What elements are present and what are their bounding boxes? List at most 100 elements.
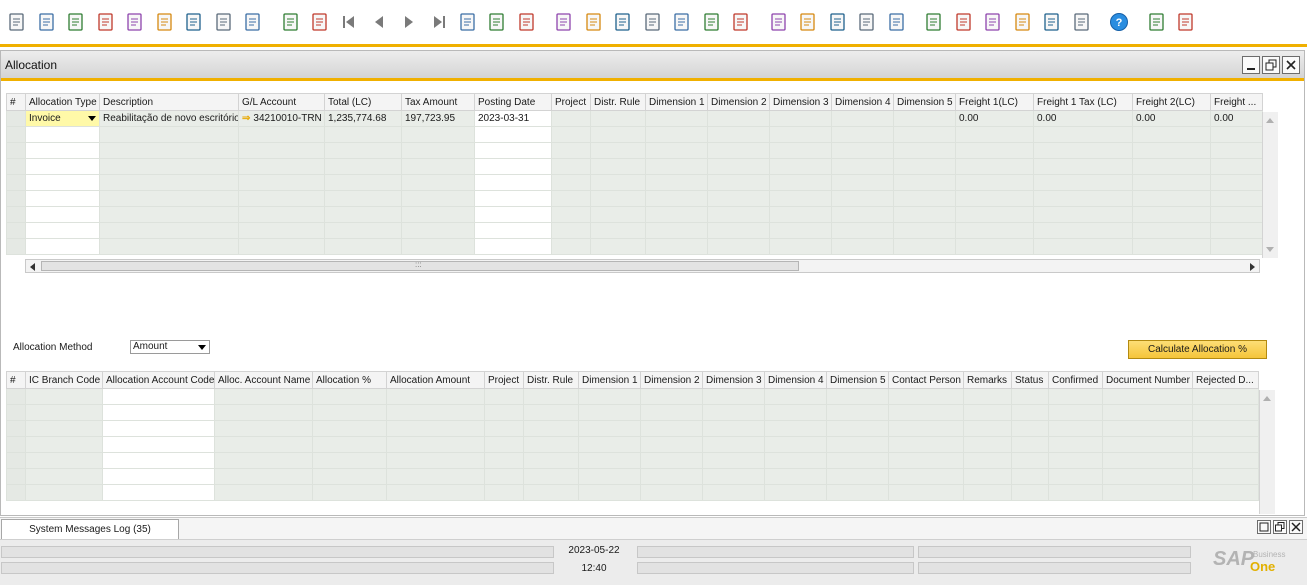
table-cell[interactable] bbox=[484, 388, 524, 405]
table-cell[interactable] bbox=[484, 420, 524, 437]
table-cell[interactable]: 0.00 bbox=[1210, 110, 1263, 127]
table-cell[interactable] bbox=[25, 174, 100, 191]
table-cell[interactable] bbox=[764, 420, 827, 437]
table-cell[interactable]: Invoice bbox=[25, 110, 100, 127]
settings-button[interactable] bbox=[730, 11, 752, 33]
table-cell[interactable] bbox=[1210, 238, 1263, 255]
layout-button[interactable] bbox=[612, 11, 634, 33]
table-cell[interactable] bbox=[955, 238, 1034, 255]
table-cell[interactable] bbox=[1210, 142, 1263, 159]
table-cell[interactable] bbox=[826, 484, 889, 501]
bottom-grid-header[interactable]: Status bbox=[1011, 371, 1049, 389]
table-cell[interactable] bbox=[99, 158, 239, 175]
table-cell[interactable] bbox=[1102, 420, 1193, 437]
table-cell[interactable] bbox=[645, 238, 708, 255]
table-cell[interactable] bbox=[1102, 404, 1193, 421]
table-cell[interactable] bbox=[238, 158, 325, 175]
table-cell[interactable] bbox=[702, 388, 765, 405]
table-cell[interactable] bbox=[102, 420, 215, 437]
table-cell[interactable] bbox=[214, 420, 313, 437]
table-cell[interactable] bbox=[1033, 190, 1133, 207]
table-cell[interactable] bbox=[1102, 484, 1193, 501]
table-cell[interactable] bbox=[6, 174, 26, 191]
table-cell[interactable] bbox=[764, 452, 827, 469]
lock-icon-button[interactable] bbox=[242, 11, 264, 33]
table-cell[interactable] bbox=[955, 174, 1034, 191]
table-cell[interactable] bbox=[474, 222, 552, 239]
table-cell[interactable] bbox=[6, 190, 26, 207]
table-cell[interactable] bbox=[551, 174, 591, 191]
table-cell[interactable] bbox=[888, 420, 964, 437]
table-cell[interactable] bbox=[1102, 388, 1193, 405]
table-cell[interactable] bbox=[764, 484, 827, 501]
top-grid-header[interactable]: Dimension 5 bbox=[893, 93, 956, 111]
table-cell[interactable] bbox=[401, 222, 475, 239]
table-cell[interactable] bbox=[640, 436, 703, 453]
table-cell[interactable] bbox=[578, 388, 641, 405]
table-cell[interactable] bbox=[102, 484, 215, 501]
top-grid-header[interactable]: Tax Amount bbox=[401, 93, 475, 111]
table-cell[interactable] bbox=[238, 222, 325, 239]
table-cell[interactable] bbox=[1210, 174, 1263, 191]
table-cell[interactable] bbox=[1192, 452, 1259, 469]
table-cell[interactable] bbox=[386, 468, 485, 485]
table-cell[interactable] bbox=[590, 142, 646, 159]
scroll-up-arrow[interactable] bbox=[1263, 396, 1271, 401]
table-cell[interactable] bbox=[769, 126, 832, 143]
table-cell[interactable] bbox=[238, 190, 325, 207]
top-grid-header[interactable]: Freight 1(LC) bbox=[955, 93, 1034, 111]
top-grid-header[interactable]: Dimension 3 bbox=[769, 93, 832, 111]
table-cell[interactable] bbox=[645, 206, 708, 223]
filter-button[interactable] bbox=[486, 11, 508, 33]
table-cell[interactable] bbox=[25, 126, 100, 143]
bottom-grid-header[interactable]: Alloc. Account Name bbox=[214, 371, 313, 389]
table-cell[interactable] bbox=[401, 238, 475, 255]
table-cell[interactable] bbox=[324, 126, 402, 143]
document-two-button[interactable] bbox=[1175, 11, 1197, 33]
table-cell[interactable] bbox=[769, 158, 832, 175]
table-cell[interactable] bbox=[102, 468, 215, 485]
table-cell[interactable] bbox=[590, 158, 646, 175]
table-cell[interactable] bbox=[578, 436, 641, 453]
table-cell[interactable] bbox=[590, 190, 646, 207]
table-cell[interactable] bbox=[707, 126, 770, 143]
table-cell[interactable] bbox=[6, 420, 26, 437]
table-cell[interactable] bbox=[25, 238, 100, 255]
table-cell[interactable] bbox=[6, 142, 26, 159]
table-cell[interactable] bbox=[6, 222, 26, 239]
find-button[interactable] bbox=[280, 11, 302, 33]
table-cell[interactable] bbox=[769, 238, 832, 255]
table-cell[interactable] bbox=[238, 206, 325, 223]
inbox-button[interactable] bbox=[953, 11, 975, 33]
table-cell[interactable]: 1,235,774.68 bbox=[324, 110, 402, 127]
table-cell[interactable] bbox=[312, 436, 387, 453]
table-cell[interactable] bbox=[401, 126, 475, 143]
table-cell[interactable] bbox=[1132, 126, 1211, 143]
table-cell[interactable] bbox=[401, 142, 475, 159]
table-cell[interactable] bbox=[831, 110, 894, 127]
calculator-button[interactable] bbox=[982, 11, 1004, 33]
table-cell[interactable] bbox=[401, 158, 475, 175]
table-cell[interactable] bbox=[707, 110, 770, 127]
table-cell[interactable] bbox=[893, 110, 956, 127]
table-cell[interactable] bbox=[826, 452, 889, 469]
table-cell[interactable] bbox=[645, 126, 708, 143]
table-cell[interactable] bbox=[578, 468, 641, 485]
org-chart-button[interactable] bbox=[1012, 11, 1034, 33]
next-record-button[interactable] bbox=[398, 11, 420, 33]
bottom-grid-header[interactable]: IC Branch Code bbox=[25, 371, 103, 389]
table-cell[interactable] bbox=[324, 174, 402, 191]
table-cell[interactable] bbox=[99, 190, 239, 207]
journal-entry-button[interactable] bbox=[701, 11, 723, 33]
table-cell[interactable] bbox=[645, 190, 708, 207]
table-cell[interactable] bbox=[590, 238, 646, 255]
table-cell[interactable]: ⇒ 34210010-TRN bbox=[238, 110, 325, 127]
table-cell[interactable] bbox=[640, 484, 703, 501]
table-cell[interactable] bbox=[6, 388, 26, 405]
top-grid-header[interactable]: G/L Account bbox=[238, 93, 325, 111]
add-button[interactable] bbox=[309, 11, 331, 33]
table-cell[interactable] bbox=[640, 404, 703, 421]
bottom-grid-header[interactable]: Allocation Amount bbox=[386, 371, 485, 389]
table-cell[interactable] bbox=[1192, 420, 1259, 437]
table-cell[interactable] bbox=[523, 452, 579, 469]
